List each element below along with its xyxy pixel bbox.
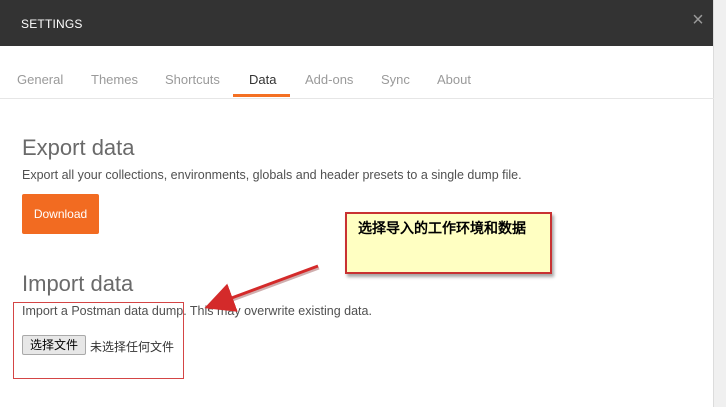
annotation-callout: 选择导入的工作环境和数据 <box>345 212 552 274</box>
arrow-annotation <box>204 264 320 312</box>
settings-dialog: SETTINGS × General Themes Shortcuts Data… <box>0 0 726 407</box>
annotation-text: 选择导入的工作环境和数据 <box>358 221 526 237</box>
